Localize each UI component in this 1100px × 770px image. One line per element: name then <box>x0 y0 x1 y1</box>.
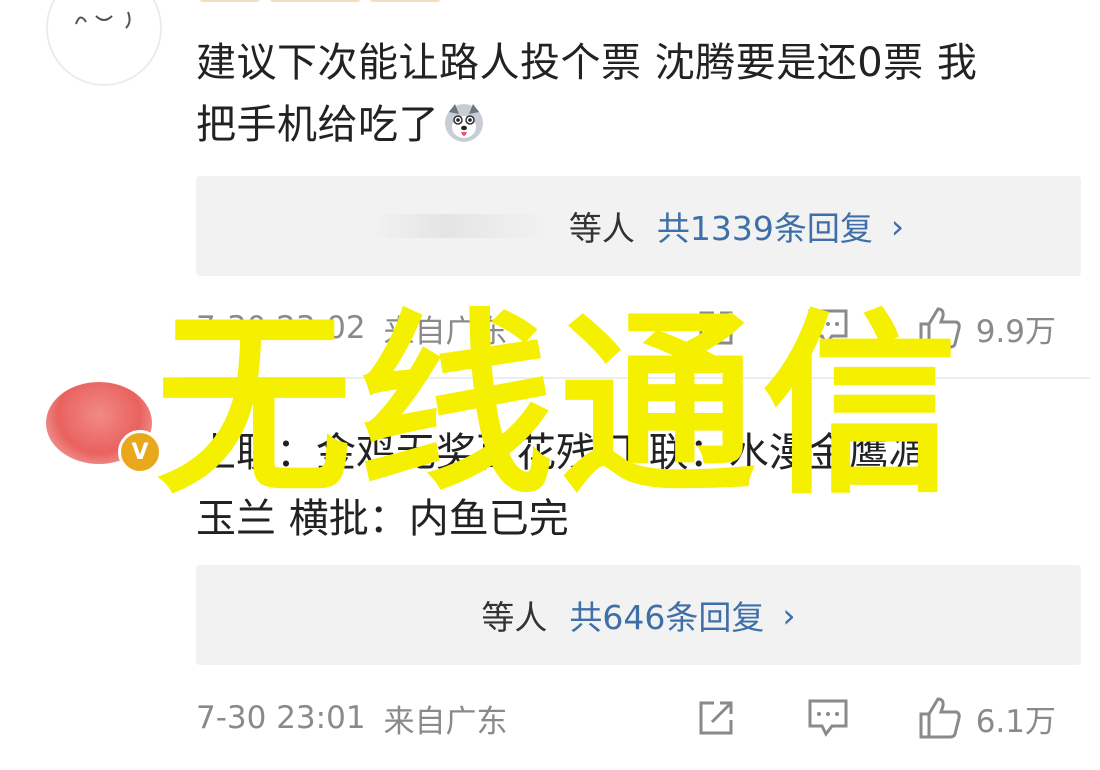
share-icon[interactable] <box>694 306 738 350</box>
location: 来自广东 <box>383 703 508 740</box>
avatar-face-icon <box>75 11 131 29</box>
chevron-right-icon: › <box>782 595 796 635</box>
comment-line: 把手机给吃了 <box>196 94 1076 162</box>
reply-users-label: 等人 <box>568 209 635 248</box>
comment-line: 玉兰 横批：内鱼已完 <box>196 496 569 542</box>
share-icon[interactable] <box>694 696 738 740</box>
reply-users-label: 等人 <box>481 598 548 637</box>
like-button[interactable]: 9.9万 <box>918 306 1056 351</box>
username-cut[interactable] <box>200 0 490 10</box>
location: 来自广东 <box>383 313 508 350</box>
like-icon <box>918 306 962 350</box>
verified-badge-icon: V <box>118 430 162 474</box>
comment-meta: 7-30 23:02 来自广东 9.9万 <box>196 298 1056 358</box>
comment-text: 建议下次能让路人投个票 沈腾要是还0票 我 把手机给吃了 <box>196 32 1076 162</box>
replies-link[interactable]: 等人 共1339条回复 › <box>196 176 1081 276</box>
reply-count[interactable]: 共646条回复 <box>569 591 764 639</box>
comment-text: 上联：金鸡无奖百花残 下联：水漫金鹰凋 玉兰 横批：内鱼已完 <box>196 420 1076 552</box>
comment-line: 上联：金鸡无奖百花残 下联：水漫金鹰凋 <box>196 430 929 476</box>
comment-meta: 7-30 23:01 来自广东 6.1万 <box>196 688 1056 748</box>
replies-link[interactable]: 等人 共646条回复 › <box>196 565 1081 665</box>
timestamp: 7-30 23:02 <box>196 310 366 346</box>
husky-dog-emoji-icon <box>443 100 485 162</box>
like-count: 6.1万 <box>975 703 1056 740</box>
reply-user-blurred <box>372 214 553 238</box>
comment-icon[interactable] <box>806 696 850 740</box>
comment-line: 建议下次能让路人投个票 沈腾要是还0票 我 <box>196 40 978 86</box>
chevron-right-icon: › <box>890 206 905 246</box>
avatar[interactable] <box>46 0 162 86</box>
like-button[interactable]: 6.1万 <box>918 696 1056 741</box>
like-icon <box>918 696 962 740</box>
timestamp: 7-30 23:01 <box>196 700 366 736</box>
like-count: 9.9万 <box>975 313 1056 350</box>
divider <box>180 377 1090 379</box>
comment-icon[interactable] <box>806 306 850 350</box>
reply-count[interactable]: 共1339条回复 <box>657 202 873 250</box>
